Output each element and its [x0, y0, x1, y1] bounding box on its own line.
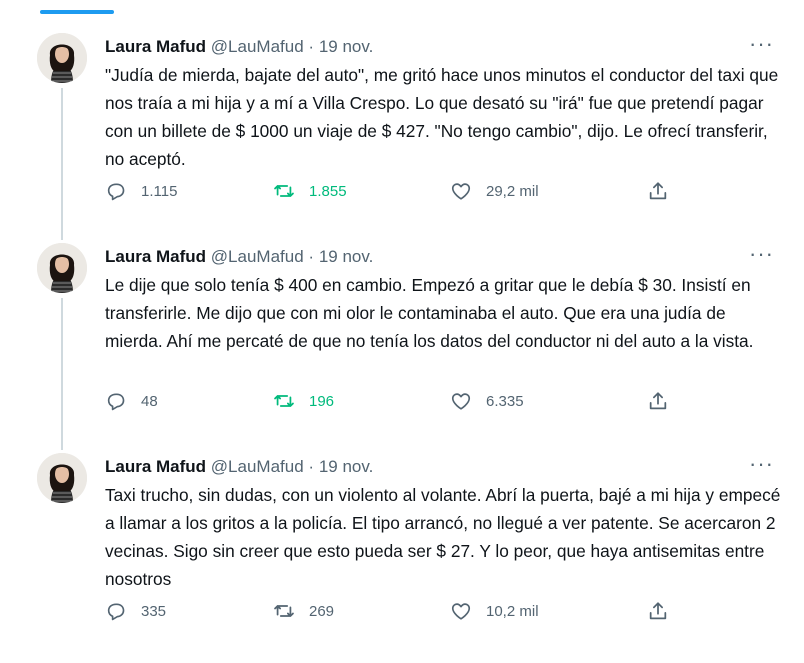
heart-icon	[451, 183, 471, 200]
retweet-count: 196	[309, 392, 335, 410]
tweet-header: Laura Mafud @LauMafud · 19 nov.	[105, 36, 373, 58]
retweet-count: 269	[309, 602, 335, 620]
author-name[interactable]: Laura Mafud	[105, 247, 206, 266]
separator-dot: ·	[308, 247, 315, 266]
avatar[interactable]	[37, 243, 87, 293]
like-count: 6.335	[486, 392, 524, 410]
reply-icon	[107, 183, 125, 201]
like-button[interactable]: 29,2 mil	[450, 177, 539, 205]
share-button[interactable]	[647, 177, 669, 205]
like-button[interactable]: 10,2 mil	[450, 597, 539, 625]
separator-dot: ·	[308, 37, 315, 56]
tab-active-indicator	[40, 10, 114, 14]
tweet-date[interactable]: 19 nov.	[319, 457, 374, 476]
share-icon	[649, 182, 667, 200]
separator-dot: ·	[308, 457, 315, 476]
more-options-icon[interactable]: ···	[749, 241, 774, 267]
tweet-date[interactable]: 19 nov.	[319, 37, 374, 56]
retweet-icon	[274, 395, 294, 407]
reply-icon	[107, 603, 125, 621]
retweet-icon	[274, 605, 294, 617]
retweet-button[interactable]: 1.855	[273, 177, 347, 205]
share-icon	[649, 392, 667, 410]
tweet-header: Laura Mafud @LauMafud · 19 nov.	[105, 456, 373, 478]
tweet[interactable]: Laura Mafud @LauMafud · 19 nov. ··· "Jud…	[0, 31, 804, 243]
reply-count: 48	[141, 392, 158, 410]
author-handle[interactable]: @LauMafud	[211, 247, 304, 266]
tweet-header: Laura Mafud @LauMafud · 19 nov.	[105, 246, 373, 268]
heart-icon	[451, 603, 471, 620]
retweet-count: 1.855	[309, 182, 347, 200]
reply-icon	[107, 393, 125, 411]
retweet-button[interactable]: 269	[273, 597, 334, 625]
tweet-text: Le dije que solo tenía $ 400 en cambio. …	[105, 275, 754, 351]
tweet-actions: 335 269 10,2 mil	[105, 597, 685, 625]
reply-count: 1.115	[141, 182, 178, 200]
reply-count: 335	[141, 602, 167, 620]
like-count: 10,2 mil	[486, 602, 539, 620]
reply-button[interactable]: 48	[105, 387, 158, 415]
tweet-actions: 1.115 1.855 29,2 mil	[105, 177, 685, 205]
tweet-date[interactable]: 19 nov.	[319, 247, 374, 266]
share-button[interactable]	[647, 387, 669, 415]
avatar[interactable]	[37, 33, 87, 83]
reply-button[interactable]: 335	[105, 597, 166, 625]
heart-icon	[451, 393, 471, 410]
more-options-icon[interactable]: ···	[749, 31, 774, 57]
like-button[interactable]: 6.335	[450, 387, 524, 415]
tweet-text: "Judía de mierda, bajate del auto", me g…	[105, 65, 779, 169]
tweet[interactable]: Laura Mafud @LauMafud · 19 nov. ··· Taxi…	[0, 451, 804, 663]
reply-button[interactable]: 1.115	[105, 177, 177, 205]
tweet[interactable]: Laura Mafud @LauMafud · 19 nov. ··· Le d…	[0, 241, 804, 453]
retweet-button[interactable]: 196	[273, 387, 334, 415]
like-count: 29,2 mil	[486, 182, 539, 200]
author-name[interactable]: Laura Mafud	[105, 457, 206, 476]
avatar[interactable]	[37, 453, 87, 503]
more-options-icon[interactable]: ···	[749, 451, 774, 477]
author-name[interactable]: Laura Mafud	[105, 37, 206, 56]
author-handle[interactable]: @LauMafud	[211, 37, 304, 56]
tweet-text: Taxi trucho, sin dudas, con un violento …	[105, 485, 781, 589]
author-handle[interactable]: @LauMafud	[211, 457, 304, 476]
share-button[interactable]	[647, 597, 669, 625]
share-icon	[649, 602, 667, 620]
retweet-icon	[274, 185, 294, 197]
tweet-actions: 48 196 6.335	[105, 387, 685, 415]
